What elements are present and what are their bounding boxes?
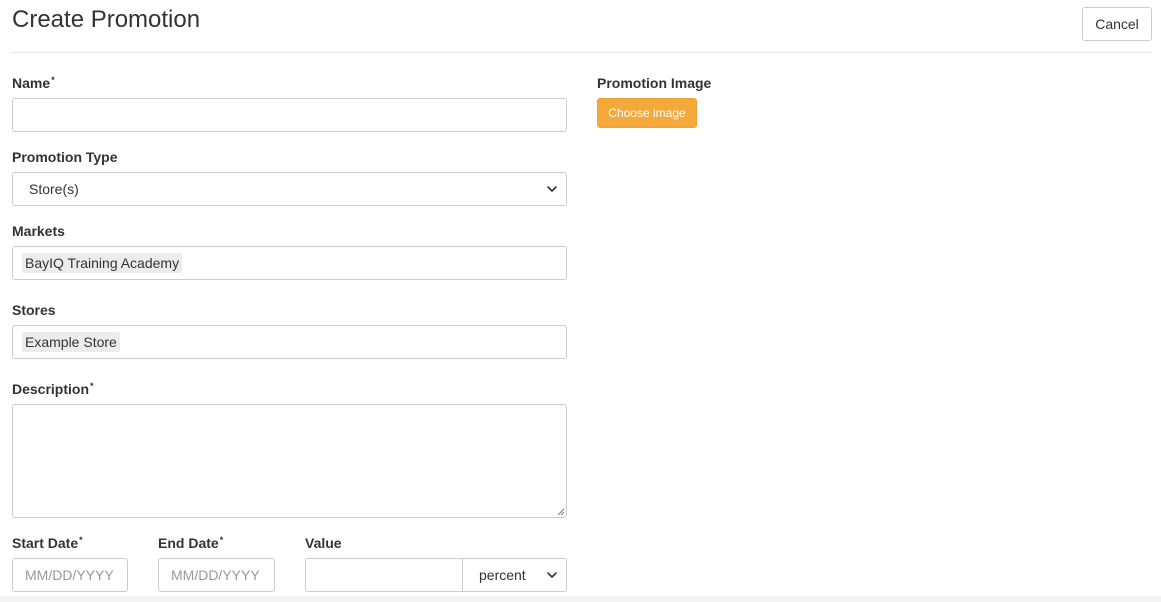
market-tag[interactable]: BayIQ Training Academy <box>22 253 183 273</box>
description-label: Description* <box>12 381 94 397</box>
name-label: Name* <box>12 75 55 91</box>
value-input[interactable] <box>305 558 463 592</box>
end-date-label-text: End Date <box>158 535 219 551</box>
required-marker: * <box>219 535 224 545</box>
start-date-label-text: Start Date <box>12 535 79 551</box>
promotion-image-label: Promotion Image <box>597 75 712 91</box>
header-divider <box>12 52 1152 53</box>
required-marker: * <box>90 381 94 391</box>
choose-image-button[interactable]: Choose image <box>597 98 697 128</box>
end-date-label: End Date* <box>158 535 223 551</box>
end-date-input[interactable] <box>158 558 275 592</box>
cancel-button[interactable]: Cancel <box>1082 7 1152 41</box>
stores-label: Stores <box>12 302 56 318</box>
description-textarea[interactable] <box>12 404 567 518</box>
value-label: Value <box>305 535 342 551</box>
chevron-down-icon <box>547 572 557 578</box>
chevron-down-icon <box>547 186 557 192</box>
value-unit-selected: percent <box>479 567 526 583</box>
start-date-label: Start Date* <box>12 535 83 551</box>
page-title: Create Promotion <box>12 6 201 33</box>
stores-multiselect[interactable]: Example Store <box>12 325 567 359</box>
start-date-input[interactable] <box>12 558 128 592</box>
store-tag[interactable]: Example Store <box>22 332 120 352</box>
promotion-type-select[interactable]: Store(s) <box>12 172 567 206</box>
name-label-text: Name <box>12 75 51 91</box>
required-marker: * <box>79 535 83 545</box>
markets-label: Markets <box>12 223 65 239</box>
bottom-edge <box>0 596 1161 602</box>
description-label-text: Description <box>12 381 90 397</box>
required-marker: * <box>51 75 55 85</box>
description-wrapper <box>12 404 567 518</box>
promotion-type-label: Promotion Type <box>12 149 118 165</box>
promotion-type-value: Store(s) <box>29 181 79 197</box>
name-input[interactable] <box>12 98 567 132</box>
markets-multiselect[interactable]: BayIQ Training Academy <box>12 246 567 280</box>
resize-grip-icon[interactable] <box>557 508 565 516</box>
value-unit-select[interactable]: percent <box>462 558 567 592</box>
